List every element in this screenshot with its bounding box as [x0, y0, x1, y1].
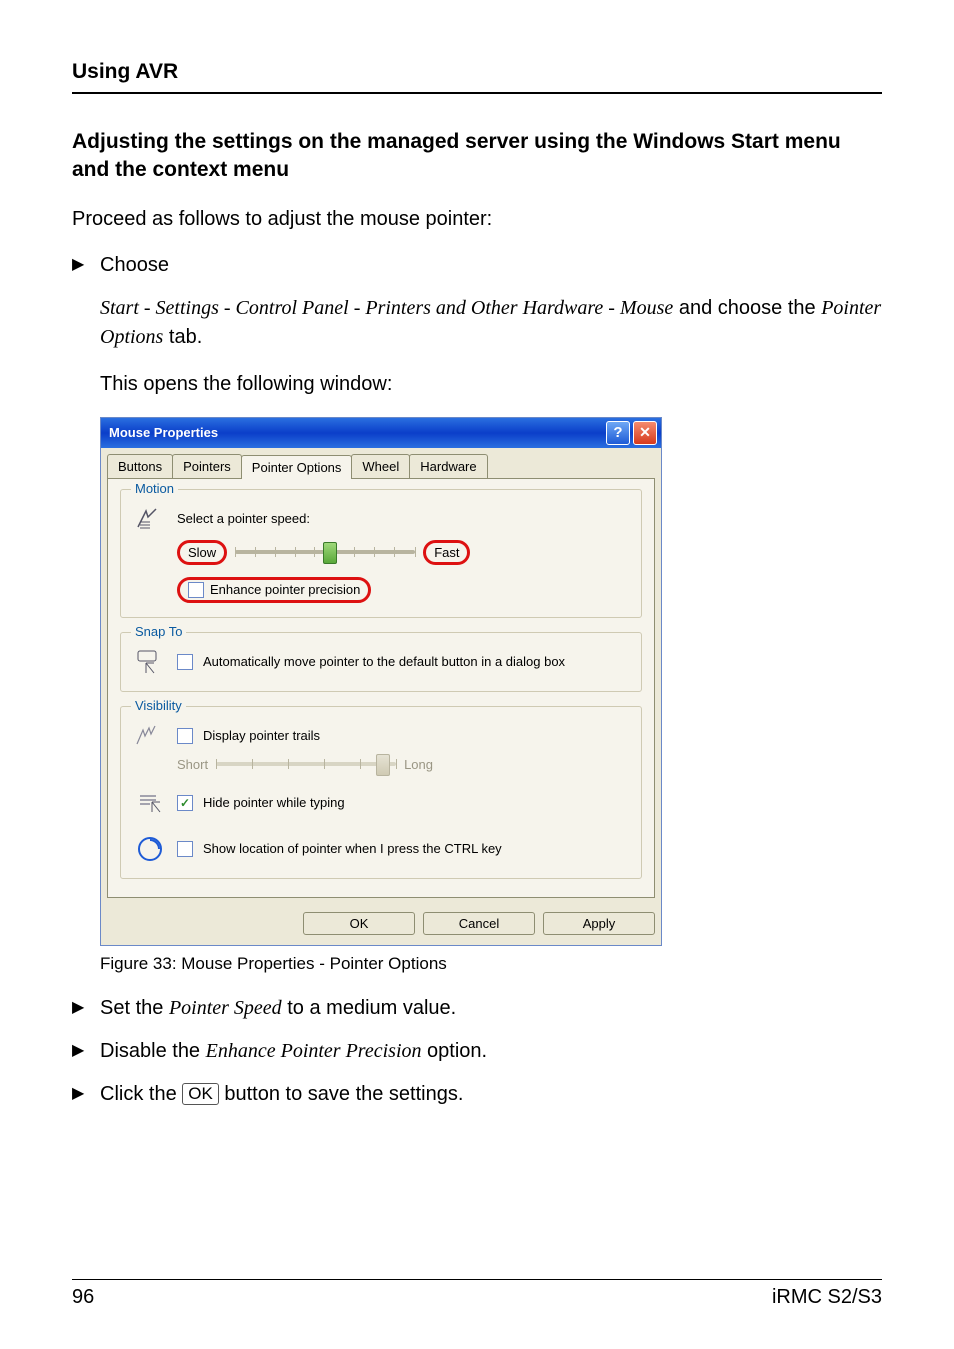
path-instruction: Start - Settings - Control Panel - Print… — [100, 294, 882, 352]
dialog-button-row: OK Cancel Apply — [101, 904, 661, 945]
close-icon[interactable]: ✕ — [633, 421, 657, 445]
step-text: option. — [422, 1040, 488, 1062]
choose-text: Choose — [100, 251, 882, 280]
tab-hardware[interactable]: Hardware — [409, 454, 487, 478]
step-set-speed: Set the Pointer Speed to a medium value. — [100, 994, 882, 1023]
group-motion: Motion Select a pointer speed: Slow — [120, 489, 642, 618]
hide-typing-checkbox[interactable] — [177, 795, 193, 811]
page-footer: 96 iRMC S2/S3 — [72, 1271, 882, 1309]
trails-slider — [216, 762, 396, 766]
short-label: Short — [177, 757, 208, 772]
legend-snap: Snap To — [131, 624, 186, 639]
ok-button[interactable]: OK — [303, 912, 415, 935]
snap-to-checkbox[interactable] — [177, 654, 193, 670]
tab-panel: Motion Select a pointer speed: Slow — [107, 478, 655, 898]
bullet-marker: ▶ — [72, 994, 100, 1022]
trails-slider-thumb — [376, 754, 390, 776]
fast-highlight: Fast — [423, 540, 470, 565]
section-header: Using AVR — [72, 60, 882, 84]
ctrl-location-checkbox[interactable] — [177, 841, 193, 857]
step-italic: Enhance Pointer Precision — [206, 1040, 422, 1062]
hide-typing-label: Hide pointer while typing — [203, 795, 345, 810]
cancel-button[interactable]: Cancel — [423, 912, 535, 935]
bullet-marker: ▶ — [72, 1037, 100, 1065]
fast-label: Fast — [434, 545, 459, 560]
bullet-marker: ▶ — [72, 251, 100, 279]
mouse-properties-dialog: Mouse Properties ? ✕ Buttons Pointers Po… — [100, 417, 662, 946]
tabstrip: Buttons Pointers Pointer Options Wheel H… — [101, 448, 661, 478]
speed-slider[interactable] — [235, 550, 415, 554]
step-text: button to save the settings. — [219, 1083, 464, 1105]
tab-pointers[interactable]: Pointers — [172, 454, 242, 478]
legend-visibility: Visibility — [131, 698, 186, 713]
tab-wheel[interactable]: Wheel — [351, 454, 410, 478]
figure-caption: Figure 33: Mouse Properties - Pointer Op… — [100, 954, 882, 974]
doc-id: iRMC S2/S3 — [772, 1286, 882, 1309]
select-speed-label: Select a pointer speed: — [177, 511, 310, 526]
intro-text: Proceed as follows to adjust the mouse p… — [72, 205, 882, 233]
hide-typing-icon — [133, 788, 167, 818]
pointer-trails-label: Display pointer trails — [203, 728, 320, 743]
speed-slider-thumb[interactable] — [323, 542, 337, 564]
step-click-ok: Click the OK button to save the settings… — [100, 1080, 882, 1109]
group-visibility: Visibility Display pointer trails Short … — [120, 706, 642, 879]
step-disable-enhance: Disable the Enhance Pointer Precision op… — [100, 1037, 882, 1066]
ctrl-location-label: Show location of pointer when I press th… — [203, 841, 502, 856]
pointer-speed-icon — [133, 504, 167, 534]
step-text: to a medium value. — [282, 997, 457, 1019]
page-number: 96 — [72, 1286, 94, 1309]
snap-to-icon — [133, 647, 167, 677]
path-tail: and choose the — [673, 297, 821, 319]
apply-button[interactable]: Apply — [543, 912, 655, 935]
slow-highlight: Slow — [177, 540, 227, 565]
subheading: Adjusting the settings on the managed se… — [72, 128, 882, 185]
snap-to-label: Automatically move pointer to the defaul… — [203, 654, 565, 669]
help-icon[interactable]: ? — [606, 421, 630, 445]
titlebar[interactable]: Mouse Properties ? ✕ — [101, 418, 661, 448]
group-snap-to: Snap To Automatically move pointer to th… — [120, 632, 642, 692]
bullet-marker: ▶ — [72, 1080, 100, 1108]
dialog-title: Mouse Properties — [109, 425, 218, 440]
step-text: Click the — [100, 1083, 182, 1105]
long-label: Long — [404, 757, 433, 772]
footer-rule — [72, 1279, 882, 1280]
slow-label: Slow — [188, 545, 216, 560]
enhance-precision-checkbox[interactable] — [188, 582, 204, 598]
enhance-highlight: Enhance pointer precision — [177, 577, 371, 603]
pointer-trails-checkbox[interactable] — [177, 728, 193, 744]
step-text: Disable the — [100, 1040, 206, 1062]
tab-pointer-options[interactable]: Pointer Options — [241, 455, 353, 479]
step-text: Set the — [100, 997, 169, 1019]
enhance-precision-label: Enhance pointer precision — [210, 582, 360, 597]
legend-motion: Motion — [131, 481, 178, 496]
path-tail2: tab. — [163, 326, 202, 348]
header-rule — [72, 92, 882, 94]
pointer-trails-icon — [133, 721, 167, 751]
step-italic: Pointer Speed — [169, 997, 282, 1019]
ok-key: OK — [182, 1083, 219, 1105]
path-italic: Start - Settings - Control Panel - Print… — [100, 297, 673, 319]
opens-text: This opens the following window: — [100, 370, 882, 399]
ctrl-location-icon — [133, 834, 167, 864]
tab-buttons[interactable]: Buttons — [107, 454, 173, 478]
